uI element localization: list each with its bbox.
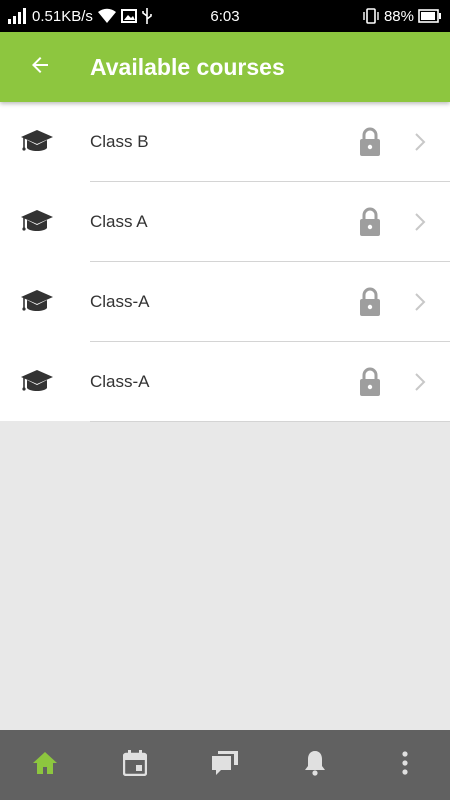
- lock-icon: [350, 127, 390, 157]
- calendar-icon: [122, 749, 148, 781]
- graduation-cap-icon: [0, 208, 90, 236]
- bottom-nav: [0, 730, 450, 800]
- graduation-cap-icon: [0, 288, 90, 316]
- image-icon: [120, 8, 137, 24]
- page-title: Available courses: [90, 53, 285, 80]
- nav-messages-button[interactable]: [180, 730, 270, 800]
- chevron-right-icon: [390, 212, 450, 232]
- lock-icon: [350, 287, 390, 317]
- network-speed: 0.51KB/s: [32, 7, 93, 25]
- course-item[interactable]: Class B: [0, 102, 450, 182]
- home-icon: [32, 751, 58, 780]
- status-bar-right: 88%: [362, 8, 442, 25]
- nav-more-button[interactable]: [360, 730, 450, 800]
- lock-icon: [350, 367, 390, 397]
- chevron-right-icon: [390, 292, 450, 312]
- course-label: Class-A: [90, 371, 150, 391]
- course-item[interactable]: Class-A: [0, 342, 450, 422]
- course-list: Class B Class A Class-A Class-A: [0, 102, 450, 422]
- course-label: Class A: [90, 211, 148, 231]
- course-label: Class B: [90, 131, 149, 151]
- course-item[interactable]: Class-A: [0, 262, 450, 342]
- divider: [90, 421, 450, 422]
- bell-icon: [303, 750, 327, 781]
- messages-icon: [211, 750, 239, 781]
- graduation-cap-icon: [0, 128, 90, 156]
- wifi-icon: [97, 8, 117, 24]
- app-bar: Available courses: [0, 32, 450, 102]
- usb-icon: [141, 8, 153, 24]
- graduation-cap-icon: [0, 368, 90, 396]
- lock-icon: [350, 207, 390, 237]
- back-button[interactable]: [0, 32, 80, 102]
- battery-percent: 88%: [383, 7, 414, 25]
- nav-calendar-button[interactable]: [90, 730, 180, 800]
- more-vert-icon: [401, 750, 409, 780]
- nav-notifications-button[interactable]: [270, 730, 360, 800]
- course-label: Class-A: [90, 291, 150, 311]
- chevron-right-icon: [390, 372, 450, 392]
- status-bar: 0.51KB/s 6:03 88%: [0, 0, 450, 32]
- signal-icon: [8, 8, 28, 24]
- course-item[interactable]: Class A: [0, 182, 450, 262]
- vibrate-icon: [362, 8, 380, 24]
- status-bar-left: 0.51KB/s: [8, 8, 153, 25]
- battery-icon: [418, 9, 442, 23]
- arrow-left-icon: [28, 53, 52, 82]
- chevron-right-icon: [390, 132, 450, 152]
- nav-home-button[interactable]: [0, 730, 90, 800]
